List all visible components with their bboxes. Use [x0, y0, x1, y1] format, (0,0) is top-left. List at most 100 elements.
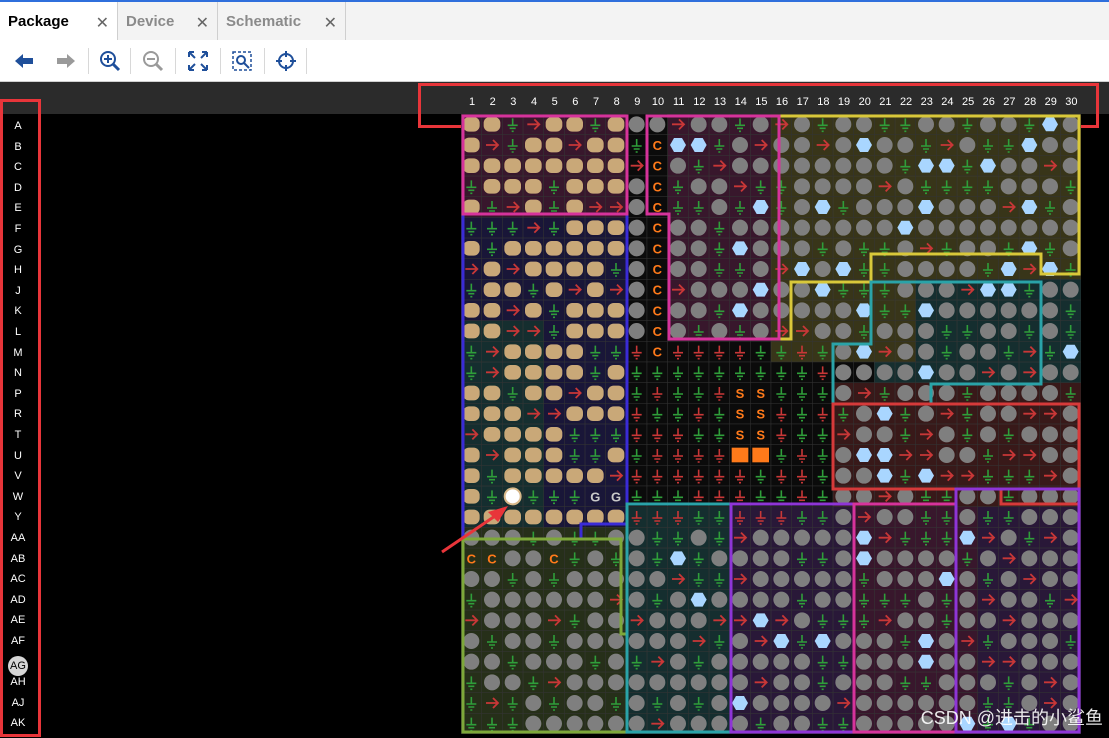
- io-pin: [752, 302, 769, 319]
- io-pin: [835, 447, 852, 463]
- io-pin: [1062, 674, 1079, 691]
- tab-device[interactable]: Device ✕: [118, 2, 218, 40]
- io-pin: [980, 219, 996, 236]
- io-pin: [1042, 385, 1058, 401]
- io-pin: [876, 323, 893, 339]
- io-pin: [835, 116, 852, 133]
- fit-view-icon: [188, 51, 208, 71]
- io-pin: [876, 674, 893, 691]
- io-pin: [628, 674, 645, 691]
- io-pin: [1062, 529, 1079, 546]
- io-pin: [1042, 653, 1058, 670]
- zoom-out-button[interactable]: [141, 49, 165, 73]
- close-icon[interactable]: ✕: [324, 13, 337, 33]
- io-pin: [690, 261, 707, 277]
- io-pin: [814, 323, 831, 339]
- hp-io-pin: [545, 137, 563, 153]
- io-pin: [608, 674, 624, 691]
- sysmon-pin-label: S: [756, 386, 765, 401]
- hp-io-pin: [525, 447, 542, 463]
- io-pin: [938, 633, 955, 649]
- io-pin: [670, 695, 686, 711]
- sysmon-pin-label: S: [736, 427, 745, 442]
- io-pin: [1062, 509, 1079, 525]
- io-pin: [794, 529, 810, 546]
- io-pin: [752, 219, 769, 236]
- hp-io-pin: [587, 385, 604, 401]
- io-pin: [897, 509, 914, 525]
- io-pin: [856, 178, 872, 195]
- io-pin: [918, 116, 934, 133]
- io-pin: [711, 550, 728, 567]
- config-pin-label: C: [653, 138, 663, 153]
- fit-view-button[interactable]: [186, 49, 210, 73]
- hp-io-pin: [587, 220, 604, 235]
- tab-package[interactable]: Package ✕: [0, 2, 118, 40]
- io-pin: [959, 364, 976, 381]
- io-pin: [1042, 571, 1058, 587]
- close-icon[interactable]: ✕: [96, 13, 109, 33]
- back-button[interactable]: [12, 49, 36, 73]
- io-pin: [670, 612, 686, 629]
- crosshair-button[interactable]: [274, 49, 298, 73]
- io-pin: [608, 653, 624, 670]
- io-pin: [980, 199, 996, 215]
- io-pin: [897, 488, 914, 505]
- io-pin: [546, 653, 562, 670]
- io-pin: [959, 219, 976, 236]
- io-pin: [628, 715, 645, 732]
- io-pin: [732, 281, 748, 298]
- config-pin-label: C: [653, 179, 663, 194]
- zoom-in-button[interactable]: [98, 49, 122, 73]
- hp-io-pin: [545, 509, 563, 525]
- io-pin: [938, 199, 955, 215]
- hp-io-pin: [607, 303, 625, 318]
- tab-schematic[interactable]: Schematic ✕: [218, 2, 346, 40]
- hp-io-pin: [483, 179, 501, 194]
- io-pin: [649, 116, 666, 133]
- io-pin: [752, 116, 769, 133]
- io-pin: [587, 715, 604, 732]
- io-pin: [1000, 529, 1017, 546]
- io-pin: [938, 653, 955, 670]
- tab-bar: Package ✕ Device ✕ Schematic ✕: [0, 0, 1109, 40]
- hp-io-pin: [566, 117, 583, 132]
- io-pin: [897, 343, 914, 360]
- forward-button[interactable]: [54, 49, 78, 73]
- annotation-arrow: [441, 506, 508, 554]
- sysmon-pin-label: S: [756, 407, 765, 422]
- hp-io-pin: [525, 468, 542, 483]
- sysmon-pad: [731, 447, 749, 463]
- hp-io-pin: [504, 447, 521, 463]
- io-pin: [566, 653, 583, 670]
- io-pin: [794, 281, 810, 298]
- io-pin: [959, 653, 976, 670]
- io-pin: [1042, 509, 1058, 525]
- io-pin: [628, 302, 645, 319]
- io-pin: [814, 571, 831, 587]
- hp-io-pin: [525, 303, 542, 318]
- io-pin: [711, 591, 728, 608]
- io-pin: [587, 591, 604, 608]
- hp-io-pin: [587, 509, 604, 525]
- io-pin: [1042, 550, 1058, 567]
- package-pin-grid[interactable]: CCCCCCCCCCCS SS SS SG GC C C: [461, 114, 1081, 734]
- io-pin: [732, 653, 748, 670]
- io-pin: [566, 715, 583, 732]
- hp-io-pin: [545, 365, 563, 380]
- hp-io-pin: [545, 427, 563, 442]
- io-pin: [918, 219, 934, 236]
- io-pin: [835, 509, 852, 525]
- hp-io-pin: [566, 468, 583, 483]
- zoom-selection-button[interactable]: [230, 49, 254, 73]
- io-pin: [732, 633, 748, 649]
- io-pin: [752, 653, 769, 670]
- hp-io-pin: [463, 158, 480, 173]
- io-pin: [794, 715, 810, 732]
- close-icon[interactable]: ✕: [196, 13, 209, 33]
- io-pin: [1062, 219, 1079, 236]
- io-pin: [938, 281, 955, 298]
- toolbar: [0, 40, 1109, 82]
- tab-label: Schematic: [226, 12, 302, 30]
- io-pin: [938, 426, 955, 443]
